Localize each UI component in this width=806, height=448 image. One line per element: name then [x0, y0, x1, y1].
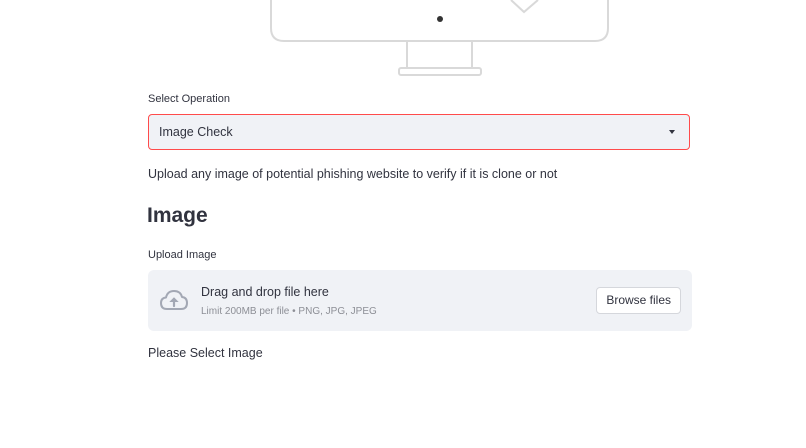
- upload-image-label: Upload Image: [148, 249, 217, 261]
- browse-files-button[interactable]: Browse files: [596, 287, 681, 314]
- status-message: Please Select Image: [148, 346, 263, 360]
- select-operation-value: Image Check: [159, 125, 233, 139]
- select-operation-label: Select Operation: [148, 93, 230, 105]
- monitor-illustration: [270, 0, 609, 76]
- section-heading: Image: [147, 204, 208, 227]
- file-dropzone[interactable]: Drag and drop file here Limit 200MB per …: [148, 270, 692, 331]
- operation-description: Upload any image of potential phishing w…: [148, 167, 558, 181]
- dropzone-title: Drag and drop file here: [201, 285, 329, 299]
- chevron-down-icon: [669, 130, 675, 134]
- dropzone-limit-text: Limit 200MB per file • PNG, JPG, JPEG: [201, 306, 377, 317]
- cloud-upload-icon: [160, 290, 188, 310]
- select-operation-dropdown[interactable]: Image Check: [148, 114, 690, 150]
